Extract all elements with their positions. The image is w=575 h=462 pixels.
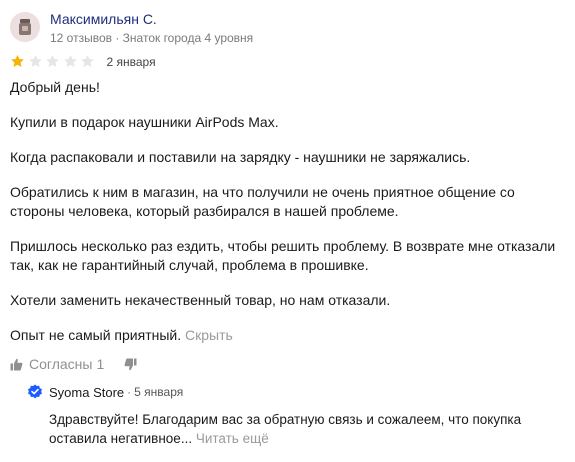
agree-button[interactable]: Согласны 1 [10,356,104,372]
rating-stars [10,54,98,69]
agree-count: 1 [96,356,105,372]
star-empty-icon [81,54,94,67]
user-avatar-icon [19,19,31,35]
review-paragraph: Когда распаковали и поставили на зарядку… [10,149,471,165]
read-more-link[interactable]: Читать ещё [196,431,269,446]
review-date: 2 января [106,54,156,69]
review-header: Максимильян С. 12 отзывов · Знаток город… [10,11,253,45]
author-meta: 12 отзывов · Знаток города 4 уровня [50,31,254,45]
hide-link[interactable]: Скрыть [185,327,233,343]
review-paragraph: Пришлось несколько раз ездить, чтобы реш… [10,238,556,273]
agree-label: Согласны [29,356,93,372]
reply-header: Syoma Store · 5 января [27,384,557,400]
review-paragraph: Обратились к ним в магазин, на что получ… [10,184,515,219]
thumbs-down-icon [124,358,137,370]
avatar[interactable] [10,12,40,42]
rating: 2 января [10,54,156,69]
review-paragraph: Купили в подарок наушники AirPods Max. [10,114,279,130]
review-last-text: Опыт не самый приятный. [10,327,182,343]
reply-org-name[interactable]: Syoma Store [49,385,124,400]
reply-date: 5 января [134,385,184,399]
star-filled-icon [11,54,24,67]
thumbs-up-icon [10,358,23,370]
review-paragraph: Хотели заменить некачественный товар, но… [10,292,391,308]
review-paragraph: Добрый день! [10,79,100,95]
author-name[interactable]: Максимильян С. [50,11,253,27]
review-body: Добрый день! Купили в подарок наушники A… [10,78,565,345]
business-reply: Syoma Store · 5 января Здравствуйте! Бла… [27,384,557,448]
star-empty-icon [63,54,77,67]
review-last-paragraph: Опыт не самый приятный. Скрыть [10,326,565,345]
disagree-button[interactable] [124,358,137,371]
reply-text-block: Здравствуйте! Благодарим вас за обратную… [49,410,557,448]
star-empty-icon [46,54,59,67]
star-empty-icon [28,54,42,67]
reply-text: Здравствуйте! Благодарим вас за обратную… [49,412,522,446]
review-actions: Согласны 1 [10,356,137,372]
verified-badge-icon [28,384,42,399]
reply-separator: · [127,385,132,399]
